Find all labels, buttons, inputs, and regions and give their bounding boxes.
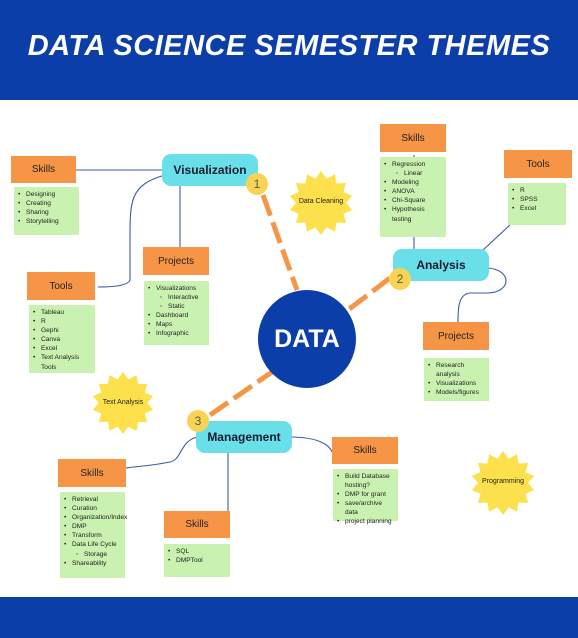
analysis-projects-list: Research analysis Visualizations Models/… xyxy=(424,358,489,401)
list-item: Chi-Square xyxy=(384,196,442,205)
list-item: Modeling xyxy=(384,178,442,187)
analysis-skills-list: Regression Linear Modeling ANOVA Chi-Squ… xyxy=(380,157,446,237)
list-item: Infographic xyxy=(148,329,205,338)
list-item: Excel xyxy=(512,204,562,213)
list-item: Maps xyxy=(148,320,205,329)
list-item: SPSS xyxy=(512,195,562,204)
list-item: Gephi xyxy=(33,326,91,335)
list-item: Research analysis xyxy=(428,361,485,379)
list-item: Hypothesis testing xyxy=(384,205,442,223)
list-item: ANOVA xyxy=(384,187,442,196)
label-programming: Programming xyxy=(481,478,524,485)
list-item: Creating xyxy=(18,199,75,208)
list-item: Sharing xyxy=(18,208,75,217)
list-item: DMP xyxy=(64,522,121,531)
list-item: Visualizations xyxy=(428,379,485,388)
viz-tools-list: Tableau R Gephi Canva Excel Text Analysi… xyxy=(29,305,95,373)
list-item: Shareability xyxy=(64,559,121,568)
list-item: Dashboard xyxy=(148,311,205,320)
list-subitem: Static xyxy=(148,302,205,311)
list-item: save/archive data xyxy=(337,499,394,517)
list-item: Retrieval xyxy=(64,495,121,504)
list-item: Visualizations xyxy=(148,284,205,293)
hub-visualization: Visualization xyxy=(162,154,258,186)
list-item: Data Life Cycle xyxy=(64,540,121,549)
list-item: Build Database hosting? xyxy=(337,472,394,490)
list-item: DMPTool xyxy=(168,556,226,565)
list-item: Regression xyxy=(384,160,442,169)
mgmt-skills-right-header: Skills xyxy=(332,437,398,464)
viz-tools-header: Tools xyxy=(27,272,95,300)
list-item: Designing xyxy=(18,190,75,199)
spoke-management xyxy=(208,369,274,418)
hub-management-label: Management xyxy=(207,430,281,444)
list-item: Models/figures xyxy=(428,388,485,397)
connector-analysis-tools xyxy=(482,224,511,251)
viz-projects-header: Projects xyxy=(143,247,209,275)
list-item: Storytelling xyxy=(18,217,75,226)
list-item: Canva xyxy=(33,335,91,344)
badge-management-number: 3 xyxy=(187,410,209,432)
hub-management: Management xyxy=(196,421,292,453)
list-item: Transform xyxy=(64,531,121,540)
viz-skills-list: Designing Creating Sharing Storytelling xyxy=(14,187,79,235)
list-item: Curation xyxy=(64,504,121,513)
hub-analysis-label: Analysis xyxy=(416,258,466,272)
list-item: Tableau xyxy=(33,308,91,317)
list-item: R xyxy=(33,317,91,326)
center-data-circle: DATA xyxy=(258,290,356,388)
badge-visualization-number: 1 xyxy=(246,173,268,195)
list-subitem: Interactive xyxy=(148,293,205,302)
hub-visualization-label: Visualization xyxy=(173,163,247,177)
list-subitem: Linear xyxy=(384,169,442,178)
connector-mgmt-skills-left xyxy=(125,436,199,469)
mgmt-skills-bottom-list: SQL DMPTool xyxy=(164,544,230,577)
analysis-projects-header: Projects xyxy=(423,322,489,350)
spoke-analysis xyxy=(346,276,392,312)
mgmt-skills-left-header: Skills xyxy=(58,459,126,487)
viz-projects-list: Visualizations Interactive Static Dashbo… xyxy=(144,281,209,345)
analysis-skills-header: Skills xyxy=(380,124,446,152)
list-item: R xyxy=(512,186,562,195)
viz-skills-header: Skills xyxy=(11,156,76,183)
list-item: DMP for grant xyxy=(337,490,394,499)
badge-analysis-number: 2 xyxy=(389,268,411,290)
mgmt-skills-left-list: Retrieval Curation Organization/Index DM… xyxy=(60,492,127,578)
connector-mgmt-skills-right xyxy=(289,436,333,453)
list-item: SQL xyxy=(168,547,226,556)
analysis-tools-header: Tools xyxy=(504,150,572,178)
list-item: Excel xyxy=(33,344,91,353)
label-text-analysis: Text Analysis xyxy=(102,399,144,406)
list-subitem: Storage xyxy=(64,550,121,559)
list-item: project planning xyxy=(337,517,394,526)
analysis-tools-list: R SPSS Excel xyxy=(508,183,566,225)
label-data-cleaning: Data Cleaning xyxy=(298,198,344,205)
list-item: Text Analysis Tools xyxy=(33,353,91,371)
list-item: Organization/Index xyxy=(64,513,127,522)
mgmt-skills-bottom-header: Skills xyxy=(164,511,230,538)
mgmt-skills-right-list: Build Database hosting? DMP for grant sa… xyxy=(333,469,398,527)
